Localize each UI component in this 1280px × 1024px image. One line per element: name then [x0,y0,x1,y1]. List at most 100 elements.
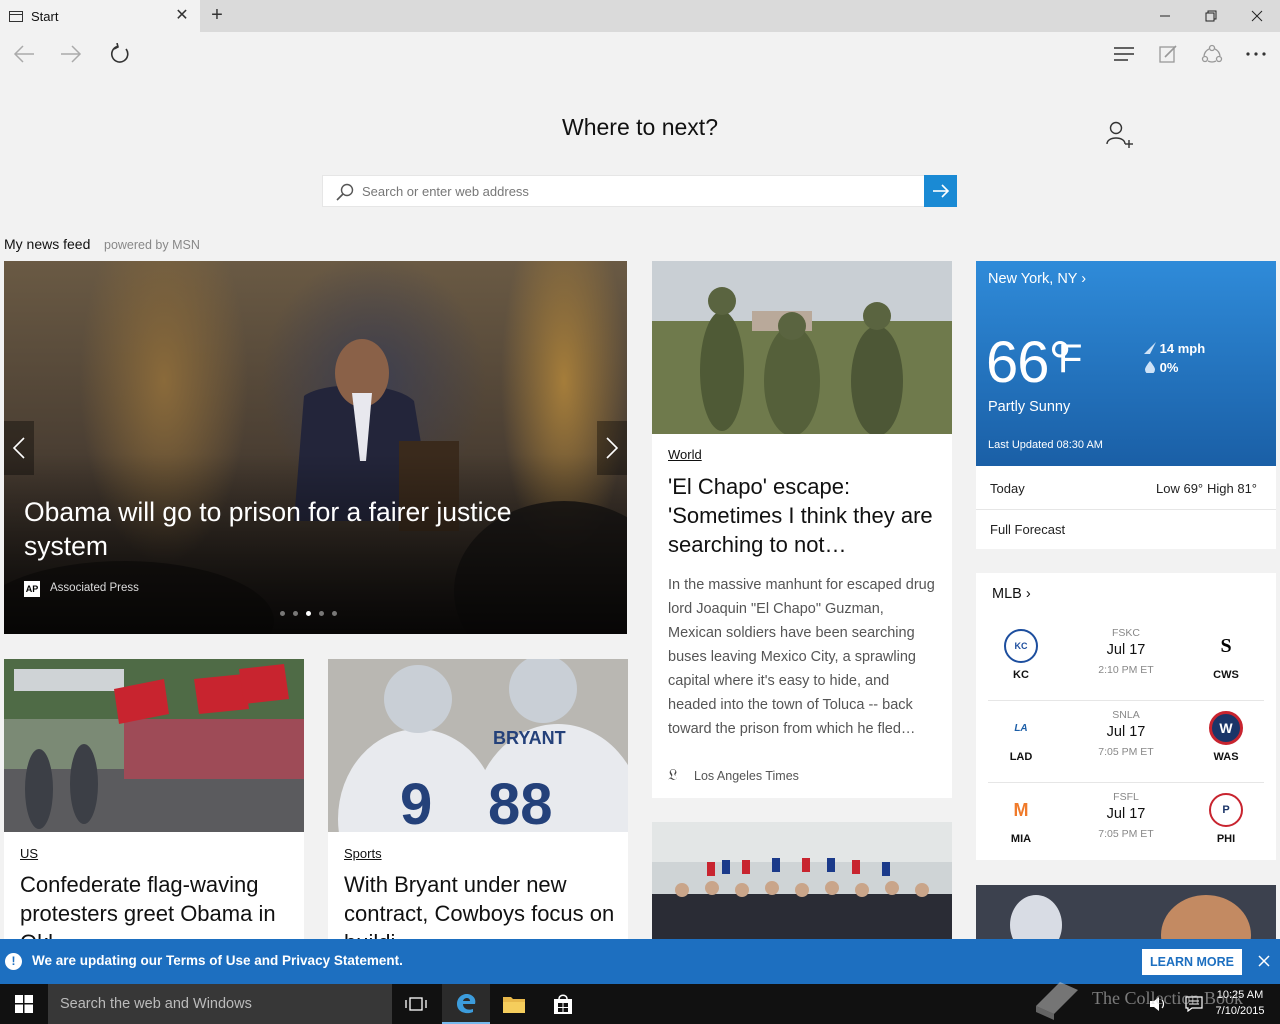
watermark-text: The Collection Book [1092,988,1243,1008]
article-card-photo[interactable] [652,822,952,939]
article-category[interactable]: Sports [344,846,382,861]
hero-previous-button[interactable] [4,421,34,475]
weather-wind: 14 mph [1144,341,1205,356]
new-tab-button[interactable]: + [205,4,229,28]
pen-note-icon [1159,45,1177,63]
game-time: 2:10 PM ET [1098,664,1154,676]
article-card-sports[interactable]: 9 88 BRYANT Sports With Bryant under new… [328,659,628,939]
weather-panel: New York, NY › 66° F 14 mph 0% Partly Su… [976,261,1276,466]
article-category[interactable]: US [20,846,38,861]
article-card-us[interactable]: US Confederate flag-waving protesters gr… [4,659,304,939]
article-image [4,659,304,832]
away-team: KC [1013,669,1029,681]
chevron-right-icon: › [1081,271,1087,287]
edge-taskbar-button[interactable] [442,984,490,1024]
file-explorer-button[interactable] [490,984,538,1024]
refresh-button[interactable] [104,38,136,70]
article-title[interactable]: Confederate flag-waving protesters greet… [20,870,292,939]
carousel-dot[interactable] [332,611,337,616]
weather-unit: F [1058,337,1083,381]
arrow-right-icon [932,184,949,198]
hero-next-button[interactable] [597,421,627,475]
mlb-title: MLB [992,586,1022,602]
full-forecast-link[interactable]: Full Forecast [990,522,1065,537]
article-title[interactable]: With Bryant under new contract, Cowboys … [344,870,616,939]
start-button[interactable] [0,984,48,1024]
share-button[interactable] [1196,38,1228,70]
la-times-logo-icon: 𝔏 [668,767,678,784]
back-button[interactable] [8,38,40,70]
carousel-dot[interactable] [293,611,298,616]
weather-high: High 81° [1207,481,1258,496]
learn-more-button[interactable]: LEARN MORE [1142,949,1242,975]
article-category[interactable]: World [668,447,702,462]
chevron-right-icon: › [1025,586,1031,602]
title-bar: Start ✕ + [0,0,1280,32]
tab-page-icon [9,10,23,22]
forward-button[interactable] [55,38,87,70]
game-time: 7:05 PM ET [1098,828,1154,840]
carousel-dot[interactable] [280,611,285,616]
mlb-scores-card[interactable]: MLB › KC KC FSKC Jul 17 2:10 PM ET S CWS… [976,573,1276,860]
task-view-button[interactable] [392,984,440,1024]
task-view-icon [405,997,427,1011]
game-network: SNLA [1112,709,1140,721]
hero-article[interactable]: Obama will go to prison for a fairer jus… [4,261,627,634]
game-row[interactable]: KC KC FSKC Jul 17 2:10 PM ET S CWS [988,619,1264,701]
article-image: 9 88 BRYANT [328,659,628,832]
taskbar-search-box[interactable]: Search the web and Windows [48,984,392,1024]
restore-button[interactable] [1188,0,1234,32]
browser-tab[interactable]: Start ✕ [0,0,200,32]
home-team: PHI [1216,833,1236,845]
folder-icon [503,997,525,1013]
store-bag-icon [554,994,572,1014]
game-date: Jul 17 [1106,806,1146,822]
weather-city-link[interactable]: New York, NY › [988,271,1086,287]
taskbar: Search the web and Windows 10:25 AM 7/10… [0,982,1280,1024]
hub-button[interactable] [1108,38,1140,70]
close-icon [1251,10,1263,22]
game-row[interactable]: LA LAD SNLA Jul 17 7:05 PM ET W WAS [988,701,1264,783]
close-window-button[interactable] [1234,0,1280,32]
add-user-button[interactable] [1104,120,1136,152]
phillies-logo-icon: P [1209,793,1243,827]
article-image [652,822,952,939]
tab-close-button[interactable]: ✕ [170,4,194,28]
chevron-left-icon [13,437,25,459]
hero-source: Associated Press [50,582,139,594]
mlb-title-link[interactable]: MLB › [992,586,1031,602]
article-card-world[interactable]: World 'El Chapo' escape: 'Sometimes I th… [652,261,952,798]
weather-wind-value: 14 mph [1159,341,1206,356]
minimize-button[interactable] [1142,0,1188,32]
info-icon: ! [5,953,22,970]
search-go-button[interactable] [924,175,957,207]
weather-city: New York, NY [988,271,1078,287]
away-team: LAD [1009,751,1033,763]
weather-precip-value: 0% [1159,360,1179,375]
more-actions-button[interactable] [1240,38,1272,70]
carousel-dot[interactable] [306,611,311,616]
book-watermark-icon [1036,982,1078,1020]
weather-updated: Last Updated 08:30 AM [988,439,1103,451]
divider [976,509,1276,510]
navigation-bar [0,32,1280,76]
game-network: FSFL [1113,791,1139,803]
hero-title[interactable]: Obama will go to prison for a fairer jus… [24,495,584,563]
raindrop-icon [1145,361,1155,375]
web-note-button[interactable] [1152,38,1184,70]
address-search-input[interactable] [362,176,922,206]
store-button[interactable] [539,984,587,1024]
hub-icon [1114,47,1134,61]
banner-close-button[interactable] [1253,950,1275,972]
weather-low: Low 69° [1156,481,1204,496]
carousel-dots [280,611,337,616]
article-card-photo[interactable] [976,885,1276,939]
svg-text:BRYANT: BRYANT [493,728,566,748]
news-feed-title: My news feed [4,236,91,252]
game-row[interactable]: M MIA FSFL Jul 17 7:05 PM ET P PHI [988,783,1264,865]
search-icon [335,182,355,202]
weather-card[interactable]: New York, NY › 66° F 14 mph 0% Partly Su… [976,261,1276,549]
article-title[interactable]: 'El Chapo' escape: 'Sometimes I think th… [668,472,940,559]
carousel-dot[interactable] [319,611,324,616]
notification-banner: ! We are updating our Terms of Use and P… [0,939,1280,984]
